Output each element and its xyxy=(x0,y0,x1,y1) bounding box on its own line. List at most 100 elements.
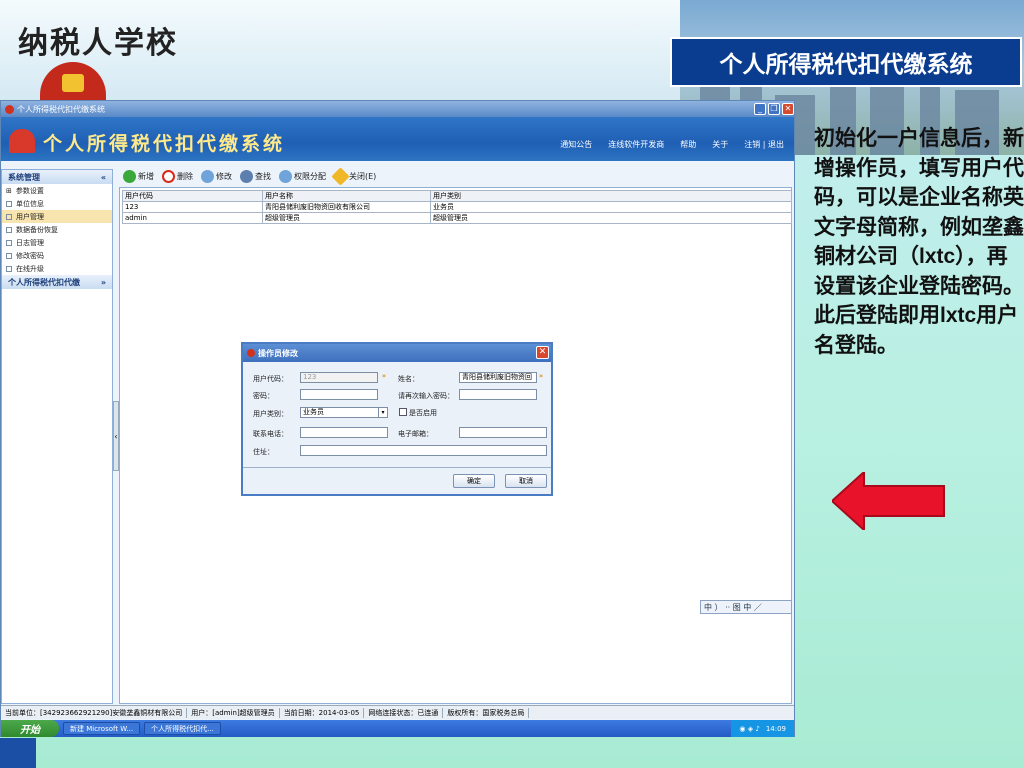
confirm-password-field[interactable] xyxy=(459,389,537,400)
collapse-icon: « xyxy=(100,172,106,182)
user-type-label: 用户类别： xyxy=(253,410,288,418)
sidebar-item-upgrade[interactable]: 在线升级 xyxy=(2,262,112,275)
tray-icons[interactable]: ◉ ◈ ♪ xyxy=(739,725,759,733)
email-field[interactable] xyxy=(459,427,547,438)
user-type-select[interactable]: 业务员 ▾ xyxy=(300,407,388,418)
edit-label: 修改 xyxy=(216,171,232,181)
school-name: 纳税人学校 xyxy=(18,26,178,61)
dialog-close-button[interactable]: ✕ xyxy=(536,346,549,359)
cell: 业务员 xyxy=(430,201,792,213)
status-user: 用户：[admin]超级管理员 xyxy=(187,707,280,718)
system-tray: ◉ ◈ ♪ 14:09 xyxy=(731,720,794,737)
task-label: 个人所得税代扣代... xyxy=(151,724,214,733)
user-type-value: 业务员 xyxy=(303,408,324,416)
add-label: 新增 xyxy=(138,171,154,181)
permissions-label: 权限分配 xyxy=(294,171,326,181)
window-title: 个人所得税代扣代缴系统 xyxy=(17,104,105,114)
name-label: 姓名： xyxy=(398,375,419,383)
ime-toolbar[interactable]: 中 ） ·· 图 中 ／ xyxy=(700,600,792,614)
status-network: 网络连接状态：已连通 xyxy=(364,707,444,718)
node-icon xyxy=(6,265,12,272)
corner-strip xyxy=(0,738,36,768)
clock: 14:09 xyxy=(765,724,786,733)
item-label: 日志管理 xyxy=(16,238,44,247)
sidebar-item-backup[interactable]: 数据备份恢复 xyxy=(2,223,112,236)
divider xyxy=(243,467,551,468)
col-header-type[interactable]: 用户类别 xyxy=(430,190,792,202)
restore-button[interactable]: ❐ xyxy=(768,103,780,115)
col-header-name[interactable]: 用户名称 xyxy=(262,190,431,202)
required-mark: * xyxy=(382,373,386,382)
table-row[interactable]: 123 青阳县储利废旧物资回收有限公司 业务员 xyxy=(122,201,792,213)
address-label: 住址： xyxy=(253,448,274,456)
cell: admin xyxy=(122,212,263,224)
close-button[interactable]: ✕ xyxy=(782,103,794,115)
ime-label: 中 ） ·· 图 中 ／ xyxy=(704,602,762,612)
password-label: 密码： xyxy=(253,392,274,400)
node-icon xyxy=(6,239,12,246)
status-unit: 当前单位：[342923662921290]安徽垄鑫铜材有限公司 xyxy=(1,707,188,718)
address-field[interactable] xyxy=(300,445,547,456)
dialog-titlebar: 操作员修改 xyxy=(243,344,551,362)
add-button[interactable]: 新增 xyxy=(123,169,154,183)
node-icon xyxy=(6,252,12,259)
exit-icon xyxy=(331,166,350,186)
cell: 青阳县储利废旧物资回收有限公司 xyxy=(262,201,431,213)
nav-notice[interactable]: 通知公告 xyxy=(560,139,592,150)
user-code-label: 用户代码： xyxy=(253,375,288,383)
task-tax-app[interactable]: 个人所得税代扣代... xyxy=(144,722,221,735)
nav-logout[interactable]: 注销 | 退出 xyxy=(744,139,784,150)
status-copyright: 版权所有：国家税务总局 xyxy=(443,707,530,718)
item-label: 单位信息 xyxy=(16,199,44,208)
edit-button[interactable]: 修改 xyxy=(201,169,232,183)
minimize-button[interactable]: _ xyxy=(754,103,766,115)
nav-vendor[interactable]: 连线软件开发商 xyxy=(608,139,664,150)
task-word[interactable]: 新建 Microsoft W... xyxy=(63,722,141,735)
start-button[interactable]: 开始 xyxy=(1,720,59,737)
sidebar-section-system[interactable]: 系统管理 « xyxy=(2,170,112,184)
sidebar-item-password[interactable]: 修改密码 xyxy=(2,249,112,262)
confirm-password-label: 请再次输入密码： xyxy=(398,392,454,400)
app-icon xyxy=(5,104,14,114)
sidebar-section-tax[interactable]: 个人所得税代扣代缴 » xyxy=(2,275,112,289)
plus-icon xyxy=(123,169,136,183)
edit-icon xyxy=(201,169,214,183)
phone-field[interactable] xyxy=(300,427,388,438)
item-label: 在线升级 xyxy=(16,264,44,273)
close-tool-button[interactable]: 关闭(E) xyxy=(331,166,377,186)
sidebar-item-logs[interactable]: 日志管理 xyxy=(2,236,112,249)
col-header-code[interactable]: 用户代码 xyxy=(122,190,263,202)
chevron-down-icon: ▾ xyxy=(378,408,387,417)
slide-description: 初始化一户信息后，新增操作员，填写用户代码，可以是企业名称英文字母简称，例如垄鑫… xyxy=(814,127,1024,357)
delete-button[interactable]: 删除 xyxy=(162,169,193,183)
nav-help[interactable]: 帮助 xyxy=(680,139,696,150)
cancel-button[interactable]: 取消 xyxy=(505,474,547,488)
nav-about[interactable]: 关于 xyxy=(712,139,728,150)
required-mark: * xyxy=(539,373,543,382)
users-icon xyxy=(279,169,292,183)
expand-icon: » xyxy=(100,277,106,287)
item-label: 参数设置 xyxy=(15,186,44,195)
top-nav: 通知公告 连线软件开发商 帮助 关于 注销 | 退出 xyxy=(560,139,784,150)
ok-button[interactable]: 确定 xyxy=(453,474,495,488)
expand-icon: ⊞ xyxy=(6,186,12,195)
toolbar: 新增 删除 修改 查找 权限分配 关闭(E) xyxy=(119,165,794,187)
sidebar-item-users[interactable]: 用户管理 xyxy=(2,210,112,223)
close-tool-label: 关闭(E) xyxy=(349,171,377,181)
start-label: 开始 xyxy=(20,725,40,736)
email-label: 电子邮箱： xyxy=(398,430,433,438)
phone-label: 联系电话： xyxy=(253,430,288,438)
password-field[interactable] xyxy=(300,389,378,400)
sidebar-item-params[interactable]: ⊞ 参数设置 xyxy=(2,184,112,197)
status-date: 当前日期：2014-03-05 xyxy=(280,707,365,718)
sidebar-item-unit[interactable]: 单位信息 xyxy=(2,197,112,210)
enable-checkbox[interactable] xyxy=(399,408,407,416)
cell: 123 xyxy=(122,201,263,213)
permissions-button[interactable]: 权限分配 xyxy=(279,169,326,183)
table-row[interactable]: admin 超级管理员 超级管理员 xyxy=(122,212,792,224)
find-button[interactable]: 查找 xyxy=(240,169,271,183)
name-field[interactable]: 青阳县储利废旧物资回 xyxy=(459,372,537,383)
section-label: 系统管理 xyxy=(8,172,40,182)
cell: 超级管理员 xyxy=(262,212,431,224)
user-code-field[interactable]: 123 xyxy=(300,372,378,383)
